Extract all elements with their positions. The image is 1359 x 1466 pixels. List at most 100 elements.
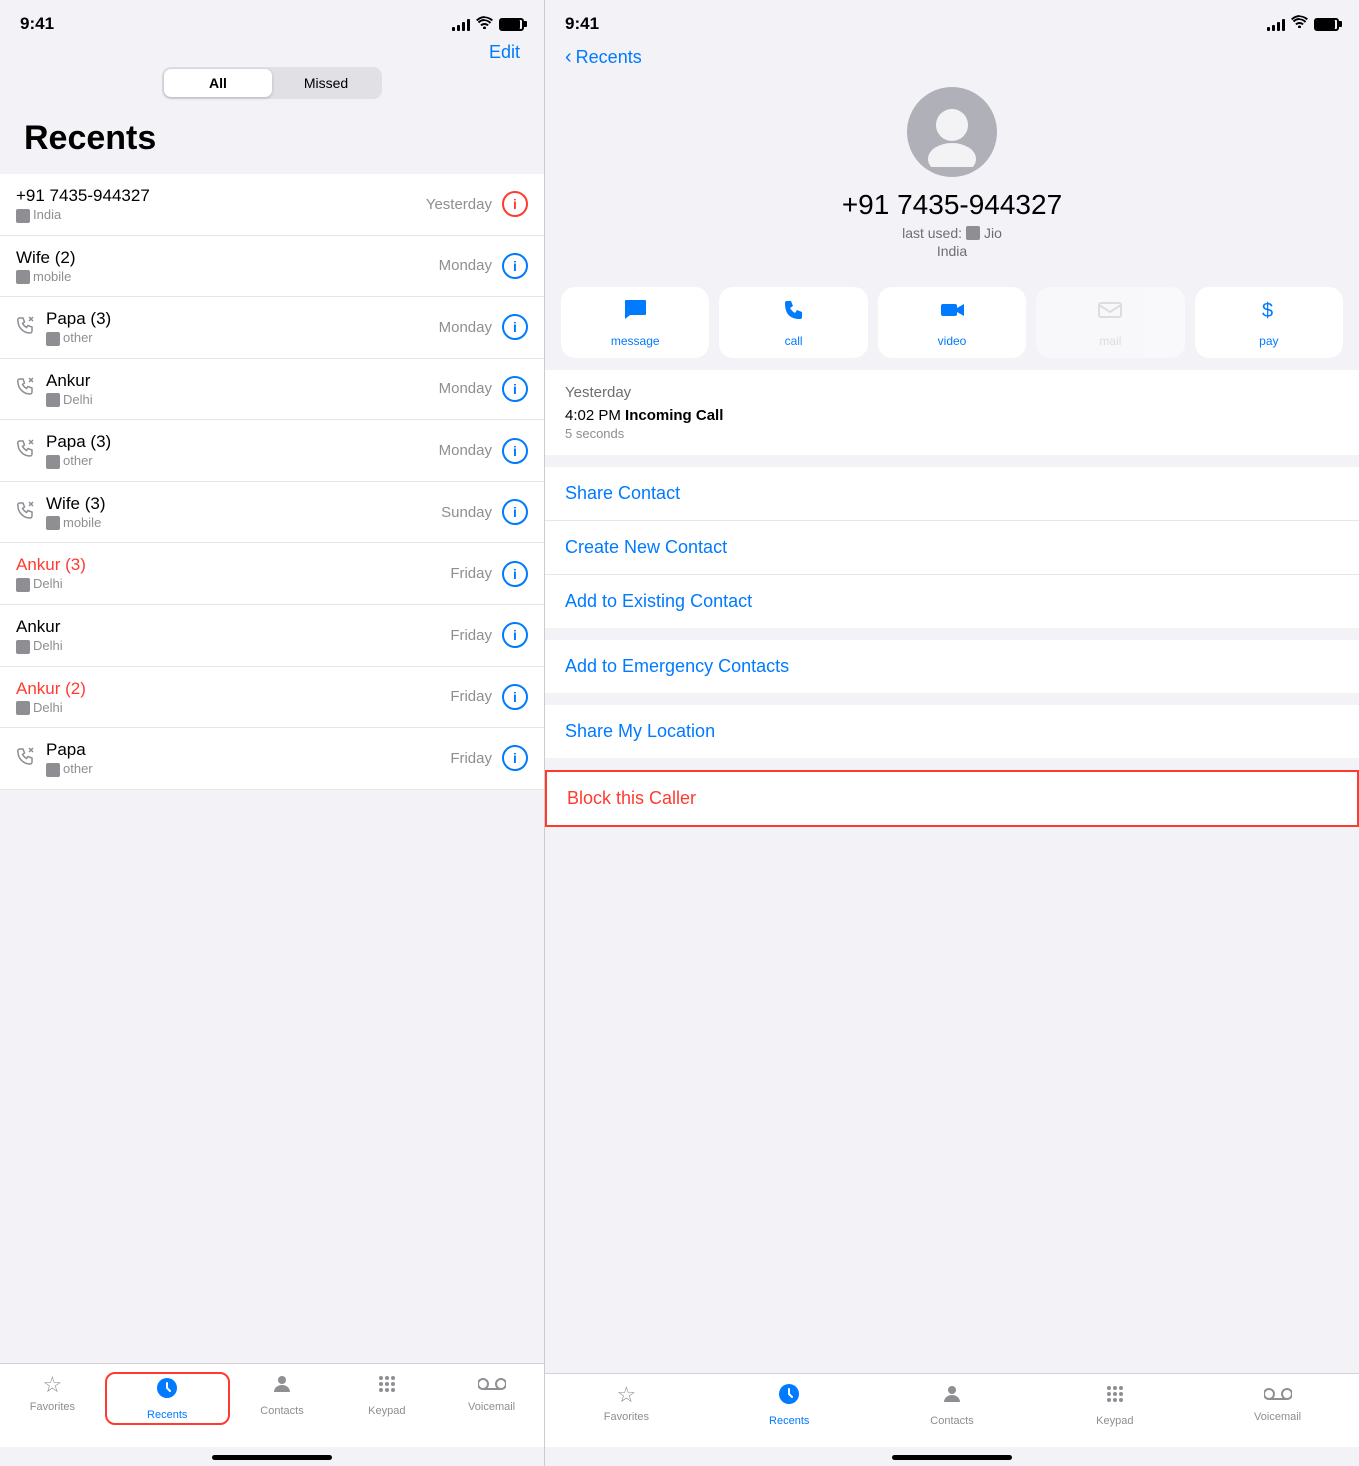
- avatar-person-icon: [917, 97, 987, 167]
- tab-keypad-left[interactable]: Keypad: [334, 1372, 439, 1427]
- voicemail-icon-right: [1264, 1382, 1292, 1408]
- share-location-label: Share My Location: [565, 721, 715, 741]
- call-item-0[interactable]: +91 7435-944327 India Yesterday i: [0, 174, 544, 236]
- block-caller-label: Block this Caller: [567, 788, 696, 808]
- info-button-7[interactable]: i: [502, 622, 528, 648]
- phone-arrow-icon-4: [16, 439, 36, 462]
- back-chevron-icon: ‹: [565, 46, 572, 69]
- tab-favorites-right[interactable]: ☆ Favorites: [545, 1382, 708, 1427]
- recents-icon-right: [777, 1382, 801, 1412]
- keypad-icon-right: [1103, 1382, 1127, 1412]
- mail-label: mail: [1099, 334, 1121, 348]
- tab-voicemail-left[interactable]: Voicemail: [439, 1372, 544, 1427]
- left-tab-bar: ☆ Favorites Recents Contacts: [0, 1363, 544, 1447]
- signal-bars-icon: [452, 18, 470, 31]
- info-button-1[interactable]: i: [502, 253, 528, 279]
- call-item-right-3: Monday i: [439, 376, 528, 402]
- add-to-existing-contact-button[interactable]: Add to Existing Contact: [545, 575, 1359, 628]
- right-status-time: 9:41: [565, 14, 599, 34]
- carrier-icon-3: [46, 393, 60, 407]
- call-label: call: [785, 334, 803, 348]
- call-item-right-9: Friday i: [450, 745, 528, 771]
- call-item-right-6: Friday i: [450, 561, 528, 587]
- tab-keypad-label-right: Keypad: [1096, 1415, 1133, 1427]
- segment-missed[interactable]: Missed: [272, 69, 380, 97]
- add-to-emergency-button[interactable]: Add to Emergency Contacts: [545, 640, 1359, 693]
- contacts-icon-right: [940, 1382, 964, 1412]
- info-button-0[interactable]: i: [502, 191, 528, 217]
- call-item-left-0: +91 7435-944327 India: [16, 186, 150, 223]
- info-button-4[interactable]: i: [502, 438, 528, 464]
- video-icon: [939, 297, 965, 329]
- right-status-bar: 9:41: [545, 0, 1359, 42]
- tab-contacts-left[interactable]: Contacts: [230, 1372, 335, 1427]
- tab-recents-right[interactable]: Recents: [708, 1382, 871, 1427]
- call-item-1[interactable]: Wife (2) mobile Monday i: [0, 236, 544, 298]
- call-history-date: Yesterday: [565, 384, 1339, 401]
- call-sub-4: other: [46, 453, 111, 469]
- tab-keypad-right[interactable]: Keypad: [1033, 1382, 1196, 1427]
- back-button[interactable]: ‹ Recents: [565, 46, 1339, 69]
- right-status-icons: [1267, 15, 1339, 33]
- block-caller-button[interactable]: Block this Caller: [547, 772, 1357, 825]
- call-item-3[interactable]: Ankur Delhi Monday i: [0, 359, 544, 421]
- tab-voicemail-right[interactable]: Voicemail: [1196, 1382, 1359, 1427]
- video-button[interactable]: video: [878, 287, 1026, 358]
- call-item-9[interactable]: Papa other Friday i: [0, 728, 544, 790]
- carrier-icon-0: [16, 209, 30, 223]
- call-icon: [781, 297, 807, 329]
- create-new-contact-button[interactable]: Create New Contact: [545, 521, 1359, 575]
- right-screen: 9:41 ‹ Recents: [545, 0, 1359, 1466]
- right-signal-bars: [1267, 18, 1285, 31]
- call-item-4[interactable]: Papa (3) other Monday i: [0, 420, 544, 482]
- message-label: message: [611, 334, 660, 348]
- message-icon: [622, 297, 648, 329]
- call-item-right-5: Sunday i: [441, 499, 528, 525]
- call-day-7: Friday: [450, 627, 492, 644]
- contact-carrier: Jio: [984, 225, 1002, 241]
- call-sub-1: mobile: [16, 269, 76, 285]
- call-item-8[interactable]: Ankur (2) Delhi Friday i: [0, 667, 544, 729]
- info-button-9[interactable]: i: [502, 745, 528, 771]
- tab-recents-left[interactable]: Recents: [105, 1372, 230, 1425]
- home-indicator-left: [212, 1455, 332, 1460]
- share-contact-button[interactable]: Share Contact: [545, 467, 1359, 521]
- message-button[interactable]: message: [561, 287, 709, 358]
- mail-icon: [1097, 297, 1123, 329]
- call-history-section: Yesterday 4:02 PM Incoming Call 5 second…: [545, 370, 1359, 455]
- mail-button[interactable]: mail: [1036, 287, 1184, 358]
- call-day-1: Monday: [439, 257, 492, 274]
- segment-all[interactable]: All: [164, 69, 272, 97]
- info-button-8[interactable]: i: [502, 684, 528, 710]
- call-day-3: Monday: [439, 380, 492, 397]
- call-name-3: Ankur: [46, 371, 93, 391]
- phone-arrow-icon-5: [16, 501, 36, 524]
- pay-button[interactable]: $ pay: [1195, 287, 1343, 358]
- svg-text:$: $: [1262, 300, 1273, 322]
- info-button-6[interactable]: i: [502, 561, 528, 587]
- phone-arrow-icon-3: [16, 377, 36, 400]
- segment-control[interactable]: All Missed: [162, 67, 382, 99]
- edit-button[interactable]: Edit: [489, 42, 520, 63]
- voicemail-icon-left: [478, 1372, 506, 1398]
- call-name-2: Papa (3): [46, 309, 111, 329]
- tab-favorites-label-right: Favorites: [604, 1411, 649, 1423]
- contact-country: India: [937, 243, 967, 259]
- tab-contacts-right[interactable]: Contacts: [871, 1382, 1034, 1427]
- call-item-2[interactable]: Papa (3) other Monday i: [0, 297, 544, 359]
- call-item-5[interactable]: Wife (3) mobile Sunday i: [0, 482, 544, 544]
- call-button[interactable]: call: [719, 287, 867, 358]
- contact-detail: +91 7435-944327 last used: Jio India: [545, 77, 1359, 275]
- info-button-5[interactable]: i: [502, 499, 528, 525]
- carrier-icon-6: [16, 578, 30, 592]
- tab-favorites-left[interactable]: ☆ Favorites: [0, 1372, 105, 1427]
- pay-icon: $: [1256, 297, 1282, 329]
- carrier-icon-1: [16, 270, 30, 284]
- share-location-button[interactable]: Share My Location: [545, 705, 1359, 758]
- recents-icon-left: [155, 1376, 179, 1406]
- info-button-3[interactable]: i: [502, 376, 528, 402]
- call-name-7: Ankur: [16, 617, 63, 637]
- call-item-7[interactable]: Ankur Delhi Friday i: [0, 605, 544, 667]
- call-item-6[interactable]: Ankur (3) Delhi Friday i: [0, 543, 544, 605]
- info-button-2[interactable]: i: [502, 314, 528, 340]
